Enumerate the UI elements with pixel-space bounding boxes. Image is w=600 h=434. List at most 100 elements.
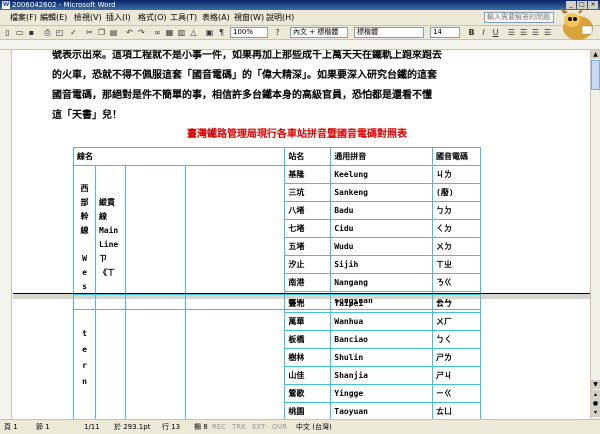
title-bar: W 2006042602 - Microsoft Word _ □ × xyxy=(0,0,600,10)
code-cell: ㄑㄉ xyxy=(432,219,481,238)
paragraph-line: 號表示出來。這項工程就不是小事一件，如果再加上那些成千上萬天天在鐵軌上跑來跑去 xyxy=(52,50,442,61)
station-cell: 五堵 xyxy=(284,237,332,256)
horizontal-ruler[interactable] xyxy=(0,40,600,50)
show-hide-icon[interactable]: ¶ xyxy=(216,27,227,38)
station-cell: 樹林 xyxy=(284,348,332,367)
new-document-icon[interactable]: ▯ xyxy=(2,27,13,38)
paragraph-line: 國音電碼，那絕對是件不簡單的事，相信許多台鐵本身的高級官員，恐怕都是還看不懂 xyxy=(52,90,432,101)
word-app-icon[interactable]: W xyxy=(2,1,10,9)
hyperlink-icon[interactable]: ∞ xyxy=(152,27,163,38)
vertical-scrollbar[interactable]: ▲ ▼ ▴ ● ▾ xyxy=(590,50,600,419)
undo-icon[interactable]: ↶ xyxy=(124,27,135,38)
columns-icon[interactable]: ▥ xyxy=(176,27,187,38)
pinyin-cell: Nangang xyxy=(330,273,433,292)
code-cell: ㄊㄅ xyxy=(432,294,481,313)
menu-help[interactable]: 說明(H) xyxy=(266,13,294,23)
previous-page-icon[interactable]: ▴ xyxy=(591,390,600,399)
paragraph-line: 的火車，恐就不得不佩服這套「國音電碼」的「偉大精深」。如果要深入研究台鐵的這套 xyxy=(52,70,437,81)
code-cell: ㄊㄩ xyxy=(432,402,481,419)
status-position: 於 293.1pt xyxy=(114,423,151,431)
help-search-input[interactable] xyxy=(484,12,554,23)
menu-view[interactable]: 檢視(V) xyxy=(74,13,102,23)
code-cell: ㄅㄑ xyxy=(432,330,481,349)
window-title: 2006042602 - Microsoft Word xyxy=(12,1,116,9)
pinyin-cell: Taipei xyxy=(330,294,434,313)
cut-icon[interactable]: ✂ xyxy=(84,27,95,38)
scroll-down-icon[interactable]: ▼ xyxy=(591,380,600,389)
justify-icon[interactable]: ☰ xyxy=(542,27,553,38)
status-ovr[interactable]: OVR xyxy=(272,421,287,434)
code-cell: ㄐㄌ xyxy=(432,165,481,184)
station-cell: 萬華 xyxy=(284,312,332,331)
align-left-icon[interactable]: ☰ xyxy=(506,27,517,38)
empty-cell xyxy=(124,294,186,419)
drawing-icon[interactable]: △ xyxy=(188,27,199,38)
pinyin-cell: Wanhua xyxy=(330,312,434,331)
align-right-icon[interactable]: ☰ xyxy=(530,27,541,38)
style-select[interactable]: 內文 + 標楷體 xyxy=(290,27,348,38)
status-rec[interactable]: REC xyxy=(212,421,226,434)
status-bar: 頁 1 節 1 1/11 於 293.1pt 行 13 欄 8 REC TRK … xyxy=(0,419,600,434)
redo-icon[interactable]: ↷ xyxy=(136,27,147,38)
bold-icon[interactable]: B xyxy=(466,27,477,38)
scroll-thumb[interactable] xyxy=(591,60,600,90)
status-trk[interactable]: TRK xyxy=(232,421,246,434)
station-cell: 山佳 xyxy=(284,366,332,385)
station-cell: 基隆 xyxy=(284,165,332,184)
copy-icon[interactable]: ❐ xyxy=(96,27,107,38)
menu-file[interactable]: 檔案(F) xyxy=(10,13,37,23)
menu-edit[interactable]: 編輯(E) xyxy=(40,13,67,23)
align-center-icon[interactable]: ☰ xyxy=(518,27,529,38)
paste-icon[interactable]: ▤ xyxy=(108,27,119,38)
status-pages: 1/11 xyxy=(84,423,100,431)
pinyin-cell: Badu xyxy=(330,201,433,220)
code-cell: ㄅㄉ xyxy=(432,201,481,220)
document-map-icon[interactable]: ▣ xyxy=(204,27,215,38)
menu-tools[interactable]: 工具(T) xyxy=(170,13,197,23)
menu-insert[interactable]: 插入(I) xyxy=(106,13,131,23)
font-select[interactable]: 標楷體 xyxy=(354,27,424,38)
header-station: 站名 xyxy=(284,147,332,166)
empty-cell xyxy=(184,294,286,419)
menu-window[interactable]: 視窗(W) xyxy=(234,13,264,23)
station-cell: 汐止 xyxy=(284,255,332,274)
zoom-select[interactable]: 100% xyxy=(230,27,268,38)
italic-icon[interactable]: I xyxy=(478,27,489,38)
empty-cell xyxy=(184,165,286,310)
save-icon[interactable]: ▪ xyxy=(26,27,37,38)
station-cell: 八堵 xyxy=(284,201,332,220)
paragraph-line: 這「天書」兒！ xyxy=(52,110,122,121)
station-cell: 臺北 xyxy=(284,294,332,313)
document-page[interactable]: 號表示出來。這項工程就不是小事一件，如果再加上那些成千上萬天天在鐵軌上跑來跑去 … xyxy=(13,50,590,419)
open-icon[interactable]: ▭ xyxy=(14,27,25,38)
font-size-select[interactable]: 14 xyxy=(430,27,460,38)
table-icon[interactable]: ▦ xyxy=(164,27,175,38)
header-pinyin: 通用拼音 xyxy=(330,147,433,166)
status-column: 欄 8 xyxy=(194,423,208,431)
code-cell: ㄧㄍ xyxy=(432,384,481,403)
station-cell: 板橋 xyxy=(284,330,332,349)
select-browse-object-icon[interactable]: ● xyxy=(591,399,600,408)
code-cell: ㄕㄌ xyxy=(432,348,481,367)
vertical-ruler[interactable] xyxy=(0,50,12,419)
menu-format[interactable]: 格式(O) xyxy=(138,13,167,23)
print-preview-icon[interactable]: ◰ xyxy=(54,27,65,38)
pinyin-cell: Wudu xyxy=(330,237,433,256)
underline-icon[interactable]: U xyxy=(490,27,501,38)
scroll-up-icon[interactable]: ▲ xyxy=(591,50,600,59)
pinyin-cell: Shanjia xyxy=(330,366,434,385)
line-vertical-label: t e r n xyxy=(73,294,96,419)
code-cell: ㄒㄓ xyxy=(432,255,481,274)
next-page-icon[interactable]: ▾ xyxy=(591,408,600,417)
pinyin-cell: Sankeng xyxy=(330,183,433,202)
status-ext[interactable]: EXT xyxy=(252,421,265,434)
header-line: 線名 xyxy=(72,147,286,166)
print-icon[interactable]: ⎙ xyxy=(42,27,53,38)
spelling-icon[interactable]: ✓ xyxy=(68,27,79,38)
station-cell: 桃園 xyxy=(284,402,332,419)
pinyin-cell: Shulin xyxy=(330,348,434,367)
help-icon[interactable]: ? xyxy=(272,27,283,38)
menu-table[interactable]: 表格(A) xyxy=(202,13,230,23)
office-assistant-icon[interactable] xyxy=(554,8,598,42)
code-cell: ㄋㄍ xyxy=(432,273,481,292)
